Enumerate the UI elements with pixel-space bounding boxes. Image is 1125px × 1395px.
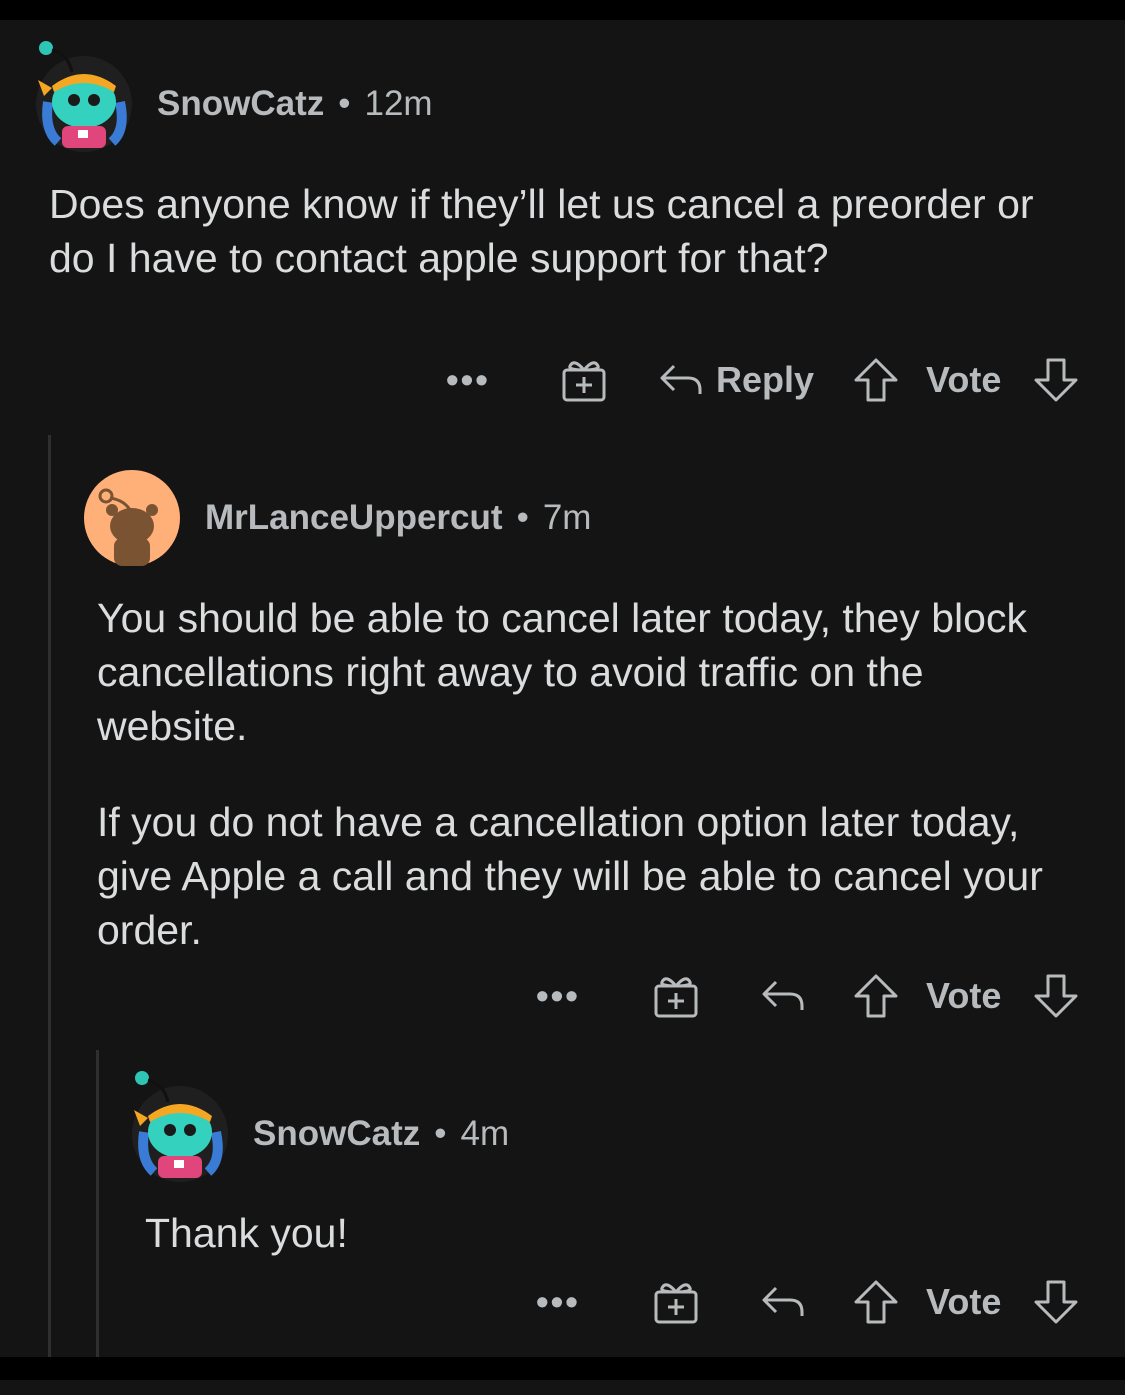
comment-paragraph: Thank you!	[145, 1210, 348, 1256]
snoo-avatar-icon	[132, 1071, 228, 1182]
upvote-arrow-icon	[854, 1280, 898, 1324]
comment-actions: ••• Vote	[0, 1272, 1125, 1332]
downvote-button[interactable]	[1032, 1272, 1080, 1332]
comment-3: SnowCatz • 4m Thank you! ••• Vote	[0, 0, 1125, 1357]
vote-count: Vote	[926, 1281, 1002, 1322]
reply-button[interactable]	[758, 1272, 806, 1332]
username[interactable]: SnowCatz	[253, 1114, 420, 1154]
avatar-snowcatz[interactable]	[130, 1070, 228, 1182]
gift-award-icon	[654, 1283, 698, 1324]
comment-header: SnowCatz • 4m	[253, 1114, 509, 1154]
more-options-button[interactable]: •••	[536, 1272, 580, 1332]
upvote-button[interactable]	[852, 1272, 900, 1332]
timestamp: 4m	[460, 1114, 510, 1153]
meta-separator: •	[434, 1114, 447, 1153]
next-panel-edge	[0, 1380, 1125, 1395]
downvote-arrow-icon	[1034, 1280, 1078, 1324]
give-award-button[interactable]	[652, 1272, 700, 1332]
reply-arrow-icon	[762, 1286, 804, 1316]
comment-body: Thank you!	[145, 1206, 1085, 1260]
